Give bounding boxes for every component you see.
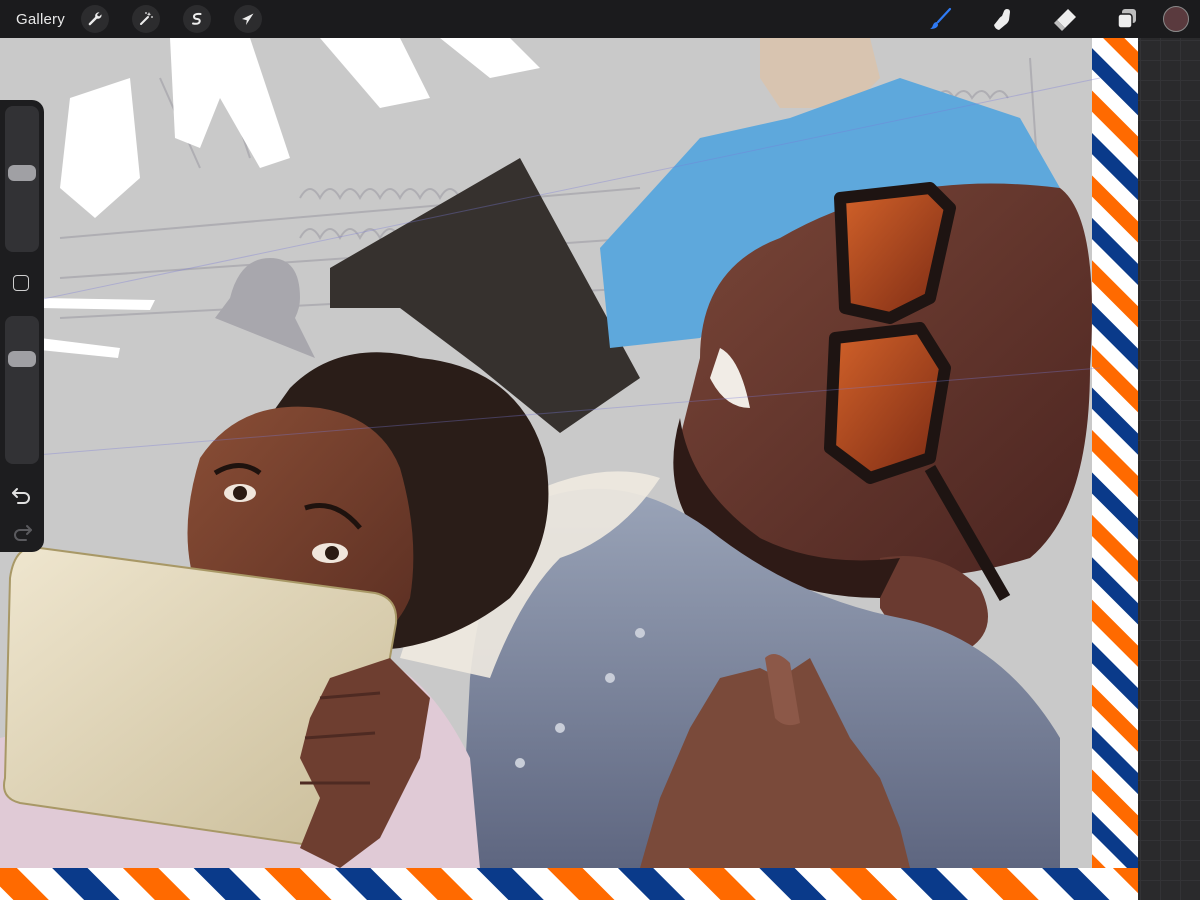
magic-wand-icon xyxy=(139,12,153,25)
gallery-button[interactable]: Gallery xyxy=(16,11,65,28)
artwork-canvas[interactable] xyxy=(0,38,1138,900)
eraser-tool-button[interactable] xyxy=(1045,0,1085,38)
opacity-thumb[interactable] xyxy=(8,351,36,367)
color-picker-swatch[interactable] xyxy=(1163,6,1189,32)
top-toolbar: Gallery xyxy=(0,0,1200,38)
artwork xyxy=(0,38,1138,900)
layers-button[interactable] xyxy=(1107,0,1147,38)
brush-tool-button[interactable] xyxy=(921,0,961,38)
redo-icon xyxy=(14,525,32,541)
actions-wrench-button[interactable] xyxy=(80,5,109,33)
adjustments-wand-button[interactable] xyxy=(131,5,160,33)
layers-icon xyxy=(1117,9,1136,29)
modify-button[interactable] xyxy=(13,275,29,291)
transform-button[interactable] xyxy=(233,5,262,33)
selection-button[interactable] xyxy=(182,5,211,33)
brush-size-slider[interactable] xyxy=(5,106,39,252)
brush-size-thumb[interactable] xyxy=(8,164,36,181)
procreate-app: Gallery xyxy=(0,0,1200,900)
right-tool-group xyxy=(899,0,1200,38)
left-sidebar xyxy=(0,100,44,552)
smudge-finger-icon xyxy=(994,9,1010,30)
undo-icon xyxy=(12,488,30,504)
arrow-cursor-icon xyxy=(241,13,254,25)
redo-button[interactable] xyxy=(10,522,34,542)
wrench-icon xyxy=(88,12,102,26)
selection-s-icon xyxy=(191,12,202,25)
eraser-icon xyxy=(1054,9,1076,31)
undo-button[interactable] xyxy=(10,485,34,505)
opacity-slider[interactable] xyxy=(5,316,39,464)
brush-icon xyxy=(930,7,952,29)
smudge-tool-button[interactable] xyxy=(983,0,1023,38)
